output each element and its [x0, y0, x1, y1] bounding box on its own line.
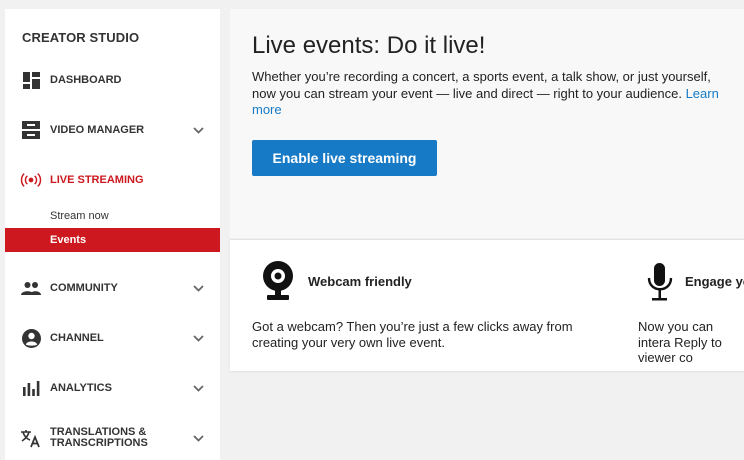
feature-description: Now you can intera Reply to viewer co [638, 319, 722, 365]
chevron-down-icon [191, 431, 205, 445]
feature-webcam: Webcam friendly Got a webcam? Then you’r… [230, 240, 590, 371]
sidebar-item-channel[interactable]: CHANNEL [5, 318, 220, 358]
sidebar-item-label: COMMUNITY [50, 281, 118, 294]
sidebar-item-video-manager[interactable]: VIDEO MANAGER [5, 110, 220, 150]
chevron-down-icon [191, 123, 205, 137]
dashboard-icon [20, 69, 42, 91]
sidebar-item-label: CHANNEL [50, 331, 104, 344]
live-events-hero: Live events: Do it live! Whether you’re … [230, 9, 744, 238]
chevron-down-icon [191, 281, 205, 295]
enable-live-streaming-button[interactable]: Enable live streaming [252, 140, 437, 176]
sidebar-item-label: TRANSLATIONS & TRANSCRIPTIONS [50, 427, 148, 449]
features-panel: Webcam friendly Got a webcam? Then you’r… [230, 239, 744, 371]
sidebar-item-analytics[interactable]: ANALYTICS [5, 368, 220, 408]
sidebar-item-label: VIDEO MANAGER [50, 123, 145, 136]
microphone-icon [640, 260, 680, 304]
feature-title: Engage yo [685, 274, 744, 289]
feature-description: Got a webcam? Then you’re just a few cli… [252, 319, 573, 350]
community-icon [20, 277, 42, 299]
hero-description-text: Whether you’re recording a concert, a sp… [252, 69, 711, 101]
sidebar-item-label-line2: TRANSCRIPTIONS [50, 437, 148, 449]
channel-icon [20, 327, 42, 349]
hero-description: Whether you’re recording a concert, a sp… [252, 69, 722, 119]
sidebar-subitem-stream-now[interactable]: Stream now [5, 204, 220, 228]
feature-title: Webcam friendly [308, 274, 412, 289]
chevron-down-icon [191, 381, 205, 395]
video-manager-icon [20, 119, 42, 141]
analytics-icon [20, 377, 42, 399]
sidebar-item-dashboard[interactable]: DASHBOARD [5, 60, 220, 100]
sidebar-item-community[interactable]: COMMUNITY [5, 268, 220, 308]
chevron-down-icon [191, 331, 205, 345]
webcam-icon [258, 260, 298, 304]
sidebar-item-label: ANALYTICS [50, 381, 112, 394]
translate-icon [20, 427, 42, 449]
sidebar-item-translations[interactable]: TRANSLATIONS & TRANSCRIPTIONS [5, 418, 220, 458]
feature-engage: Engage yo Now you can intera Reply to vi… [616, 240, 744, 371]
sidebar-subitem-events[interactable]: Events [5, 228, 220, 252]
sidebar-item-label: LIVE STREAMING [50, 173, 144, 186]
live-streaming-icon [20, 169, 42, 191]
sidebar-item-live-streaming[interactable]: LIVE STREAMING [5, 160, 220, 200]
creator-studio-title: CREATOR STUDIO [22, 30, 140, 45]
page-title: Live events: Do it live! [252, 32, 486, 59]
sidebar: CREATOR STUDIO DASHBOARD VIDEO MANAGER L… [5, 9, 220, 460]
sidebar-item-label: DASHBOARD [50, 73, 122, 86]
